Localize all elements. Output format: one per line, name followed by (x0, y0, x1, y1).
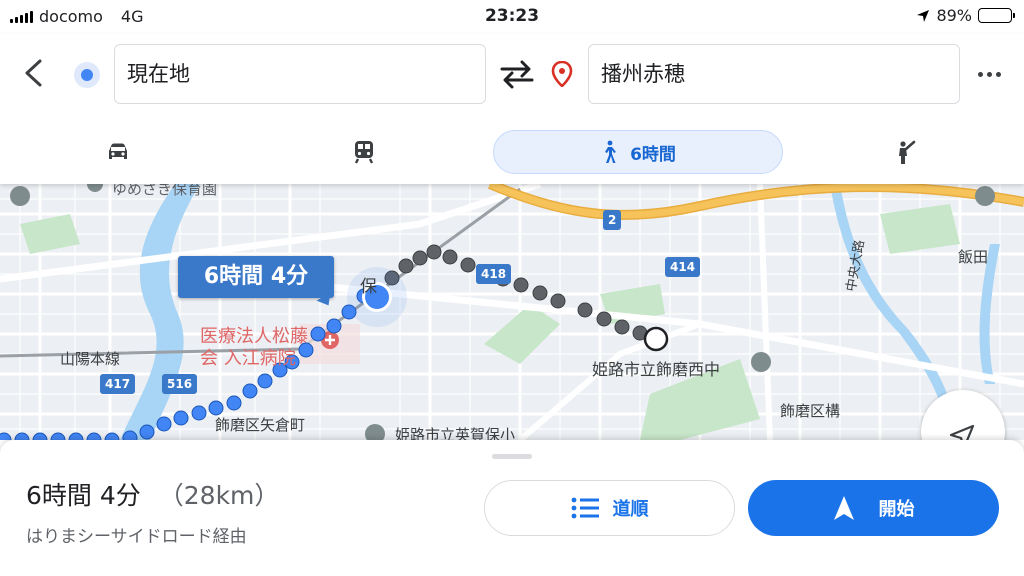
map-label-ho: 保 (360, 277, 377, 297)
walk-duration: 6時間 (630, 144, 676, 165)
origin-marker-icon (74, 62, 100, 88)
more-options-icon[interactable] (978, 68, 1008, 80)
map-label-eigahoiku: 姫路市立英賀保小 (395, 426, 516, 440)
route-shield-418: 418 (476, 264, 512, 284)
map-label-sanyo-line: 山陽本線 (60, 350, 121, 368)
tab-ride-hailing[interactable] (886, 130, 926, 174)
route-via: はりまシーサイドロード経由 (26, 527, 247, 547)
map-label-nursery: ゆめさき保育園 (112, 184, 218, 198)
map-label-hospital-2: 会 入江病院 (200, 348, 296, 369)
tab-drive[interactable] (98, 130, 138, 174)
route-time: 6時間 4分 (26, 481, 141, 510)
route-summary-sheet[interactable]: 6時間 4分 （28km） はりまシーサイドロード経由 道順 開始 (0, 440, 1024, 576)
route-duration-callout[interactable]: 6時間 4分 (178, 256, 334, 298)
navigation-arrow-icon (949, 424, 975, 440)
list-icon (571, 497, 599, 519)
map-label-shikama-kamae: 飾磨区構 (780, 402, 841, 420)
route-shield-414: 414 (665, 257, 701, 277)
tab-walk[interactable]: 6時間 (493, 130, 783, 174)
steps-button[interactable]: 道順 (484, 480, 735, 536)
car-icon (109, 143, 127, 159)
map-label-school: 姫路市立飾磨西中 (592, 360, 721, 379)
destination-field[interactable]: 播州赤穂 (588, 44, 960, 104)
steps-label: 道順 (612, 499, 649, 520)
swap-icon[interactable] (498, 56, 536, 92)
travel-mode-tabs: 6時間 (0, 130, 1024, 174)
map-label-iida: 飯田 (958, 248, 989, 266)
destination-pin-icon (551, 61, 573, 87)
route-shield-516: 516 (162, 374, 198, 394)
route-shield-417: 417 (100, 374, 136, 394)
directions-header: 現在地 播州赤穂 6時間 (0, 34, 1024, 184)
route-distance: （28km） (158, 481, 280, 510)
battery-icon (978, 8, 1015, 23)
tab-transit[interactable] (344, 130, 384, 174)
start-label: 開始 (878, 499, 915, 520)
route-duration: 6時間 4分 （28km） (26, 476, 279, 512)
origin-field[interactable]: 現在地 (114, 44, 486, 104)
map-view[interactable]: ゆめさき保育園 保 医療法人松藤 会 入江病院 山陽本線 飾磨区矢倉町 姫路市立… (0, 184, 1024, 440)
navigation-icon (833, 496, 854, 520)
route-shield-2: 2 (603, 210, 622, 230)
map-label-yagura: 飾磨区矢倉町 (215, 416, 306, 434)
status-bar: docomo 4G 23:23 89% (0, 0, 1024, 34)
status-right: 89% (916, 6, 1015, 25)
location-arrow-icon (917, 9, 930, 22)
map-base (0, 184, 1024, 440)
back-arrow-icon[interactable] (18, 56, 52, 90)
battery-percent: 89% (936, 6, 972, 25)
drag-handle[interactable] (492, 454, 532, 459)
hailing-person-icon (899, 140, 916, 164)
train-icon (354, 141, 374, 164)
start-button[interactable]: 開始 (748, 480, 999, 536)
walking-icon (605, 140, 617, 163)
clock: 23:23 (484, 6, 540, 26)
